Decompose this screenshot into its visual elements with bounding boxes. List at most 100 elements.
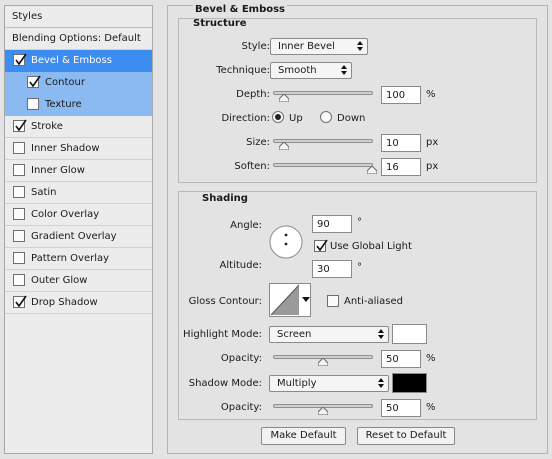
style-item-texture[interactable]: Texture [5, 94, 152, 116]
altitude-input[interactable]: 30 [312, 260, 352, 278]
direction-up-label: Up [289, 113, 303, 124]
contour-checkbox[interactable] [27, 75, 41, 88]
highlight-opacity-input[interactable]: 50 [381, 350, 421, 368]
style-item-stroke[interactable]: Stroke [5, 116, 152, 138]
highlight-color-swatch[interactable] [392, 324, 427, 344]
checkmark-icon [316, 239, 328, 252]
gradient-overlay-checkbox[interactable] [13, 230, 25, 242]
style-item-drop-shadow[interactable]: Drop Shadow [5, 292, 152, 314]
style-select-value: Inner Bevel [278, 41, 335, 52]
angle-label: Angle: [230, 220, 262, 231]
style-item-label: Contour [45, 77, 85, 88]
style-item-label: Pattern Overlay [31, 253, 110, 264]
drop-shadow-checkbox[interactable] [13, 295, 27, 308]
styles-header: Styles [5, 6, 152, 28]
direction-down-radio[interactable] [320, 111, 332, 123]
style-item-label: Gradient Overlay [31, 231, 117, 242]
style-label: Style: [241, 41, 271, 52]
blending-options-label: Blending Options: Default [12, 33, 141, 44]
texture-checkbox[interactable] [27, 98, 39, 110]
make-default-button[interactable]: Make Default [261, 427, 346, 445]
style-item-label: Inner Shadow [31, 143, 100, 154]
angle-value: 90 [317, 219, 330, 230]
highlight-mode-select[interactable]: Screen [269, 326, 389, 343]
style-item-label: Bevel & Emboss [31, 55, 112, 66]
size-input[interactable]: 10 [381, 134, 421, 152]
size-unit: px [426, 137, 439, 148]
highlight-opacity-value: 50 [386, 354, 399, 365]
anti-aliased-checkbox[interactable] [327, 295, 339, 307]
inner-glow-checkbox[interactable] [13, 164, 25, 176]
checkmark-icon [15, 119, 27, 132]
inner-shadow-checkbox[interactable] [13, 142, 25, 154]
style-select[interactable]: Inner Bevel [270, 38, 368, 55]
depth-slider-thumb[interactable] [279, 94, 289, 102]
shadow-mode-value: Multiply [277, 378, 317, 389]
shadow-opacity-input[interactable]: 50 [381, 399, 421, 417]
shadow-opacity-value: 50 [386, 403, 399, 414]
blending-options-item[interactable]: Blending Options: Default [5, 28, 152, 50]
direction-up-radio[interactable] [272, 111, 284, 123]
soften-input[interactable]: 16 [381, 158, 421, 176]
updown-arrow-icon [341, 65, 347, 75]
style-item-outer-glow[interactable]: Outer Glow [5, 270, 152, 292]
technique-label: Technique: [216, 65, 270, 76]
style-item-satin[interactable]: Satin [5, 182, 152, 204]
satin-checkbox[interactable] [13, 186, 25, 198]
depth-label: Depth: [236, 89, 270, 100]
style-item-inner-shadow[interactable]: Inner Shadow [5, 138, 152, 160]
stroke-checkbox[interactable] [13, 119, 27, 132]
soften-unit: px [426, 161, 439, 172]
checkmark-icon [15, 295, 27, 308]
gloss-contour-label: Gloss Contour: [188, 296, 262, 307]
style-item-label: Satin [31, 187, 57, 198]
use-global-light-checkbox[interactable] [314, 239, 328, 252]
radio-dot [275, 114, 281, 120]
angle-input[interactable]: 90 [312, 215, 352, 233]
direction-label: Direction: [221, 113, 270, 124]
outer-glow-checkbox[interactable] [13, 274, 25, 286]
gloss-contour-picker[interactable] [269, 283, 311, 317]
color-overlay-checkbox[interactable] [13, 208, 25, 220]
altitude-label: Altitude: [219, 260, 262, 271]
reset-to-default-button[interactable]: Reset to Default [357, 427, 455, 445]
style-item-inner-glow[interactable]: Inner Glow [5, 160, 152, 182]
style-item-gradient-overlay[interactable]: Gradient Overlay [5, 226, 152, 248]
shadow-color-swatch[interactable] [392, 373, 427, 393]
shadow-mode-label: Shadow Mode: [188, 378, 262, 389]
shadow-opacity-unit: % [426, 402, 436, 413]
style-item-label: Drop Shadow [31, 297, 98, 308]
highlight-opacity-unit: % [426, 353, 436, 364]
structure-group: Structure Style: Inner Bevel Technique: … [178, 18, 537, 183]
checkmark-icon [15, 53, 27, 66]
soften-label: Soften: [234, 161, 270, 172]
bevel-emboss-checkbox[interactable] [13, 53, 27, 66]
style-item-contour[interactable]: Contour [5, 72, 152, 94]
shadow-opacity-slider-thumb[interactable] [318, 407, 328, 415]
angle-dial[interactable] [269, 225, 303, 259]
shadow-mode-select[interactable]: Multiply [269, 375, 389, 392]
highlight-mode-label: Highlight Mode: [183, 329, 262, 340]
soften-value: 16 [386, 162, 399, 173]
size-slider-thumb[interactable] [279, 142, 289, 150]
technique-select-value: Smooth [278, 65, 317, 76]
depth-value: 100 [386, 90, 406, 101]
style-item-label: Inner Glow [31, 165, 85, 176]
pattern-overlay-checkbox[interactable] [13, 252, 25, 264]
soften-slider-track[interactable] [273, 163, 373, 167]
size-value: 10 [386, 138, 399, 149]
technique-select[interactable]: Smooth [270, 62, 352, 79]
styles-header-label: Styles [12, 11, 43, 22]
style-item-color-overlay[interactable]: Color Overlay [5, 204, 152, 226]
updown-arrow-icon [378, 329, 384, 339]
style-item-label: Outer Glow [31, 275, 88, 286]
soften-slider-thumb[interactable] [367, 166, 377, 174]
style-item-bevel-emboss[interactable]: Bevel & Emboss [5, 50, 152, 72]
highlight-opacity-slider-thumb[interactable] [318, 358, 328, 366]
style-item-pattern-overlay[interactable]: Pattern Overlay [5, 248, 152, 270]
use-global-light-label: Use Global Light [330, 241, 412, 252]
highlight-opacity-label: Opacity: [220, 353, 262, 364]
structure-title: Structure [193, 18, 247, 29]
depth-input[interactable]: 100 [381, 86, 421, 104]
anti-aliased-label: Anti-aliased [344, 296, 404, 307]
